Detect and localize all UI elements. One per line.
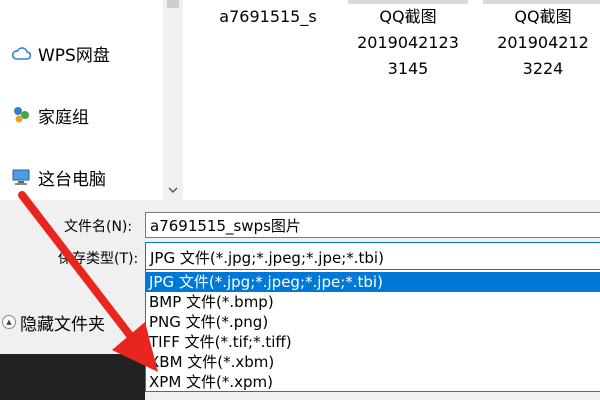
file-name-line: 201904212 (497, 33, 589, 52)
chevron-down-icon (168, 183, 178, 196)
hide-folders-label: 隐藏文件夹 (20, 314, 105, 335)
filetype-label: 保存类型(T): (58, 251, 139, 267)
file-name-line: 3224 (522, 59, 564, 78)
nav-item-homegroup[interactable]: 家庭组 (10, 100, 89, 130)
file-item[interactable]: QQ截图 201904212 3224 (483, 0, 600, 82)
file-name-line: QQ截图 (514, 7, 572, 26)
hide-folders-toggle[interactable]: ▲ 隐藏文件夹 (2, 312, 105, 335)
homegroup-icon (10, 105, 32, 125)
scroll-down-button[interactable] (163, 182, 183, 196)
navigation-pane: WPS网盘 家庭组 这台电脑 (0, 0, 168, 200)
filename-input[interactable] (145, 212, 600, 238)
nav-item-wps-cloud[interactable]: WPS网盘 (10, 38, 110, 68)
cloud-icon (10, 43, 32, 63)
filetype-selected-value: JPG 文件(*.jpg;*.jpeg;*.jpe;*.tbi) (150, 249, 384, 267)
filetype-option-bmp[interactable]: BMP 文件(*.bmp) (146, 292, 600, 312)
filetype-option-tiff[interactable]: TIFF 文件(*.tif;*.tiff) (146, 332, 600, 352)
nav-item-label: 家庭组 (38, 107, 89, 128)
nav-scrollbar[interactable] (163, 0, 183, 200)
file-name-line: 3145 (387, 59, 429, 78)
scrollbar-thumb[interactable] (167, 0, 179, 8)
filetype-option-xpm[interactable]: XPM 文件(*.xpm) (146, 372, 600, 392)
filetype-dropdown-list: JPG 文件(*.jpg;*.jpeg;*.jpe;*.tbi) BMP 文件(… (145, 270, 600, 392)
nav-item-label: WPS网盘 (38, 45, 110, 66)
computer-icon (10, 167, 32, 187)
file-name-line: a7691515_s (219, 7, 317, 26)
file-item[interactable]: a7691515_s (203, 4, 333, 30)
file-name-line: QQ截图 (379, 7, 437, 26)
save-form: 文件名(N): 保存类型(T): JPG 文件(*.jpg;*.jpeg;*.j… (0, 200, 600, 400)
filetype-option-png[interactable]: PNG 文件(*.png) (146, 312, 600, 332)
file-name-line: 2019042123 (357, 33, 459, 52)
file-item[interactable]: QQ截图 2019042123 3145 (348, 0, 468, 82)
filetype-option-xbm[interactable]: XBM 文件(*.xbm) (146, 352, 600, 372)
filename-label: 文件名(N): (64, 219, 133, 235)
file-list: a7691515_s QQ截图 2019042123 3145 QQ截图 201… (183, 0, 600, 200)
nav-item-label: 这台电脑 (38, 169, 106, 190)
background-strip (0, 350, 145, 400)
chevron-up-icon: ▲ (2, 315, 16, 329)
nav-item-this-pc[interactable]: 这台电脑 (10, 162, 106, 192)
filetype-option-jpg[interactable]: JPG 文件(*.jpg;*.jpeg;*.jpe;*.tbi) (146, 272, 600, 292)
filetype-select[interactable]: JPG 文件(*.jpg;*.jpeg;*.jpe;*.tbi) (145, 242, 600, 270)
